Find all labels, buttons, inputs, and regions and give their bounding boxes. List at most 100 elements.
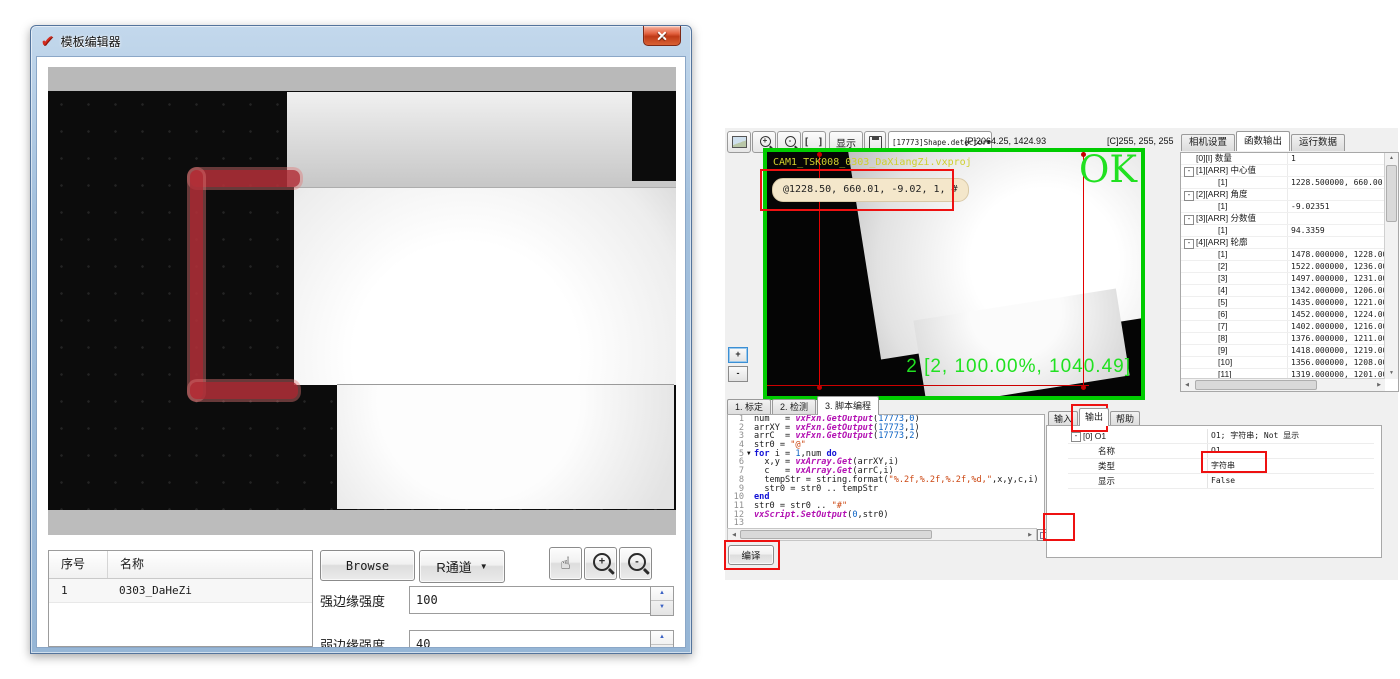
script-tabs: 1. 标定2. 检测3. 脚本编程 <box>727 396 880 415</box>
horizontal-scrollbar[interactable]: ◀ ▶ <box>1181 378 1385 391</box>
tab-输出[interactable]: 输出 <box>1079 408 1109 426</box>
tree-row[interactable]: [8]1376.000000, 1211.00 <box>1181 333 1385 345</box>
code-segment: ) <box>914 432 919 441</box>
scrollbar-thumb[interactable] <box>740 530 932 539</box>
scroll-left-icon[interactable]: ◀ <box>728 529 740 541</box>
stepper-up-icon[interactable]: ▲ <box>651 587 673 601</box>
code-editor[interactable]: 1num = vxFxn.GetOutput(17773,0)2arrXY = … <box>727 414 1045 530</box>
color-value-readout: [C]255, 255, 255 <box>1107 136 1174 146</box>
collapse-icon[interactable]: - <box>1184 239 1194 249</box>
pick-tool-button[interactable]: ☝ <box>549 547 582 580</box>
tab-3. 脚本编程[interactable]: 3. 脚本编程 <box>817 396 879 415</box>
code-line: 12vxScript.SetOutput(0,str0) <box>728 511 1044 520</box>
function-output-panel: [0][I] 数量1-[1][ARR] 中心值[1]1228.500000, 6… <box>1180 152 1399 392</box>
fold-spacer <box>747 502 754 511</box>
tree-label: [1] <box>1218 249 1227 260</box>
tree-row[interactable]: -[4][ARR] 轮廓 <box>1181 237 1385 249</box>
tree-row[interactable]: -[3][ARR] 分数值 <box>1181 213 1385 225</box>
tab-相机设置[interactable]: 相机设置 <box>1181 134 1235 151</box>
scroll-down-icon[interactable]: ▼ <box>1385 368 1398 379</box>
collapse-icon[interactable]: - <box>1071 432 1081 442</box>
close-button[interactable] <box>643 26 681 46</box>
browse-button[interactable]: Browse <box>320 550 415 581</box>
props-row[interactable]: 显示False <box>1068 474 1374 489</box>
tab-帮助[interactable]: 帮助 <box>1110 411 1140 426</box>
add-output-button[interactable]: + <box>728 347 748 363</box>
title-bar[interactable]: ✔ 模板编辑器 <box>31 26 691 56</box>
row-name: 0303_DaHeZi <box>107 579 192 602</box>
tree-row[interactable]: [1]1228.500000, 660.00 <box>1181 177 1385 189</box>
tree-row[interactable]: [6]1452.000000, 1224.00 <box>1181 309 1385 321</box>
collapse-icon[interactable]: - <box>1184 191 1194 201</box>
window-content: 序号 名称 10303_DaHeZi Browse R通道 ▼ ☝ + - 强边… <box>36 56 686 648</box>
tree-row[interactable]: [0][I] 数量1 <box>1181 153 1385 165</box>
stepper-up-icon[interactable]: ▲ <box>651 631 673 645</box>
param-input[interactable]: 100 <box>409 586 657 614</box>
tree-row[interactable]: [4]1342.000000, 1206.00 <box>1181 285 1385 297</box>
zoom-in-icon: + <box>593 553 611 571</box>
scroll-right-icon[interactable]: ▶ <box>1024 529 1036 541</box>
scrollbar-thumb[interactable] <box>1195 380 1317 390</box>
tree-row[interactable]: [9]1418.000000, 1219.00 <box>1181 345 1385 357</box>
scroll-left-icon[interactable]: ◀ <box>1181 379 1193 391</box>
tree-row[interactable]: [3]1497.000000, 1231.00 <box>1181 273 1385 285</box>
tree-label: [8] <box>1218 333 1227 344</box>
run-image-view[interactable]: CAM1_TSK008_0303_DaXiangZi.vxproj @1228.… <box>763 148 1145 400</box>
tree-row[interactable]: [10]1356.000000, 1208.00 <box>1181 357 1385 369</box>
tab-2. 检测[interactable]: 2. 检测 <box>772 399 816 415</box>
tab-函数输出[interactable]: 函数输出 <box>1236 131 1290 151</box>
tree-row[interactable]: [2]1522.000000, 1236.00 <box>1181 261 1385 273</box>
zoom-out-button[interactable]: - <box>619 547 652 580</box>
props-row[interactable]: 类型字符串 <box>1068 459 1374 474</box>
props-root-value: O1; 字符串; Not 显示 <box>1211 429 1299 443</box>
tab-输入[interactable]: 输入 <box>1048 411 1078 426</box>
tree-label: [3][ARR] 分数值 <box>1196 213 1256 224</box>
tree-value: 1522.000000, 1236.00 <box>1291 261 1385 272</box>
param-stepper[interactable]: ▲▼ <box>650 630 674 648</box>
template-list[interactable]: 序号 名称 10303_DaHeZi <box>48 550 313 647</box>
fold-spacer <box>747 511 754 520</box>
table-row[interactable]: 10303_DaHeZi <box>49 579 312 603</box>
tree-row[interactable]: [1]94.3359 <box>1181 225 1385 237</box>
template-editor-window: ✔ 模板编辑器 序号 名称 10303_DaHeZi Browse <box>30 25 692 654</box>
hand-icon: ☝ <box>560 555 570 572</box>
tree-row[interactable]: -[1][ARR] 中心值 <box>1181 165 1385 177</box>
stepper-down-icon[interactable]: ▼ <box>651 601 673 614</box>
tree-row[interactable]: [1]1478.000000, 1228.00 <box>1181 249 1385 261</box>
param-input[interactable]: 40 <box>409 630 657 648</box>
template-image-view[interactable] <box>48 67 676 535</box>
tree-row[interactable]: -[2][ARR] 角度 <box>1181 189 1385 201</box>
io-tabs: 输入输出帮助 <box>1048 408 1141 426</box>
stepper-down-icon[interactable]: ▼ <box>651 645 673 648</box>
tree-row[interactable]: [1]-9.02351 <box>1181 201 1385 213</box>
collapse-icon[interactable]: - <box>1184 215 1194 225</box>
tab-运行数据[interactable]: 运行数据 <box>1291 134 1345 151</box>
props-root-row[interactable]: -[0] O1O1; 字符串; Not 显示 <box>1068 429 1374 444</box>
props-value: O1 <box>1211 444 1221 458</box>
scrollbar-thumb[interactable] <box>1386 165 1397 222</box>
tree-label: [3] <box>1218 273 1227 284</box>
props-row[interactable]: 名称O1 <box>1068 444 1374 459</box>
collapse-icon[interactable]: - <box>1184 167 1194 177</box>
scroll-right-icon[interactable]: ▶ <box>1373 379 1385 391</box>
output-string-tooltip: @1228.50, 660.01, -9.02, 1, # <box>772 178 969 202</box>
tree-label: [0][I] 数量 <box>1196 153 1232 164</box>
param-stepper[interactable]: ▲▼ <box>650 586 674 616</box>
zoom-in-button[interactable]: + <box>584 547 617 580</box>
output-properties-panel: -[0] O1O1; 字符串; Not 显示名称O1类型字符串显示False <box>1046 425 1382 558</box>
tree-value: 1402.000000, 1216.00 <box>1291 321 1385 332</box>
image-button[interactable] <box>727 131 751 153</box>
tree-row[interactable]: [5]1435.000000, 1221.00 <box>1181 297 1385 309</box>
channel-dropdown[interactable]: R通道 ▼ <box>419 550 505 583</box>
fold-spacer <box>747 467 754 476</box>
scroll-up-icon[interactable]: ▲ <box>1385 153 1398 164</box>
vertical-scrollbar[interactable]: ▲ ▼ <box>1384 153 1398 379</box>
tree-value: 1418.000000, 1219.00 <box>1291 345 1385 356</box>
tree-row[interactable]: [7]1402.000000, 1216.00 <box>1181 321 1385 333</box>
remove-output-button[interactable]: - <box>728 366 748 382</box>
tree-value: 1342.000000, 1206.00 <box>1291 285 1385 296</box>
code-horizontal-scrollbar[interactable]: ◀ ▶ <box>727 528 1037 541</box>
right-panel-tabs: 相机设置函数输出运行数据 <box>1181 131 1346 151</box>
tab-1. 标定[interactable]: 1. 标定 <box>727 399 771 415</box>
compile-button[interactable]: 编译 <box>728 545 774 565</box>
